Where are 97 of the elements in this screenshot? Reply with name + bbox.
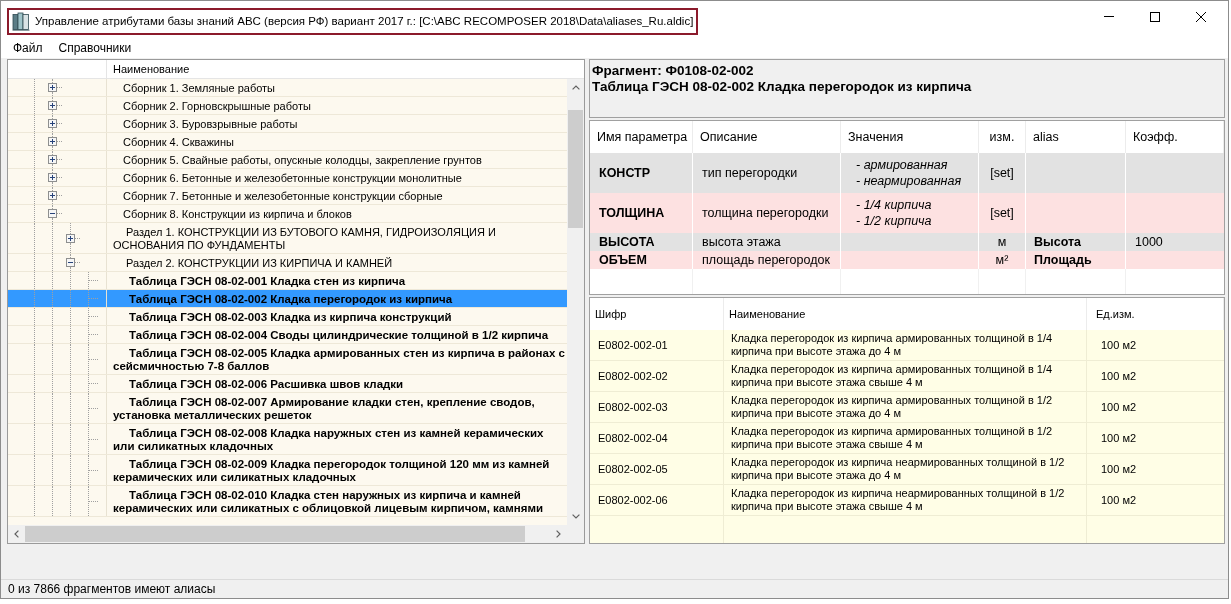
menu-item[interactable]: Справочники bbox=[52, 39, 138, 57]
column-header[interactable]: Значения bbox=[848, 127, 904, 147]
plus-box-icon[interactable] bbox=[48, 119, 57, 128]
parameter-value: - неармированная bbox=[856, 173, 962, 189]
fragment-code: Фрагмент: Ф0108-02-002 bbox=[592, 63, 754, 79]
status-text: 0 из 7866 фрагментов имеют алиасы bbox=[8, 581, 216, 598]
parameter-name: ВЫСОТА bbox=[599, 234, 655, 250]
chevron-left-icon bbox=[14, 530, 19, 538]
tree-item[interactable]: Таблица ГЭСН 08-02-001 Кладка стен из кирпича bbox=[8, 272, 567, 290]
tree-item[interactable]: Сборник 5. Свайные работы, опускные колодцы, закрепление грунтов bbox=[8, 151, 567, 169]
chevron-down-icon bbox=[571, 514, 580, 519]
tree-item[interactable]: Таблица ГЭСН 08-02-008 Кладка наружных стен из камней керамических или силикатных кладочных bbox=[8, 424, 567, 455]
tree-item[interactable]: Сборник 6. Бетонные и железобетонные конструкции монолитные bbox=[8, 169, 567, 187]
column-header[interactable]: Имя параметра bbox=[597, 127, 688, 147]
item-description: Кладка перегородок из кирпича армированных толщиной в 1/2 кирпича при высоте этажа свыше 4 м bbox=[731, 425, 1054, 451]
tree-item[interactable]: Сборник 8. Конструкции из кирпича и блоков bbox=[8, 205, 567, 223]
unit-label: [set] bbox=[990, 205, 1014, 221]
column-header[interactable]: alias bbox=[1033, 127, 1059, 147]
scrollbar-thumb[interactable] bbox=[568, 110, 583, 228]
parameter-row[interactable]: ВЫСОТА высота этажа м Высота 1000 bbox=[590, 233, 1224, 251]
item-description: Кладка перегородок из кирпича неармированных толщиной в 1/2 кирпича при высоте этажа до 4 м bbox=[731, 456, 1066, 482]
plus-box-icon[interactable] bbox=[48, 83, 57, 92]
fragment-title: Таблица ГЭСН 08-02-002 Кладка перегородок из кирпича bbox=[592, 79, 972, 95]
tree-item[interactable]: Таблица ГЭСН 08-02-007 Армирование кладки стен, крепление сводов, установка металлических решеток bbox=[8, 393, 567, 424]
plus-box-icon[interactable] bbox=[48, 137, 57, 146]
item-description: Кладка перегородок из кирпича неармированных толщиной в 1/2 кирпича при высоте этажа свыше 4 м bbox=[731, 487, 1066, 513]
plus-box-icon[interactable] bbox=[48, 155, 57, 164]
tree-item[interactable]: Сборник 1. Земляные работы bbox=[8, 79, 567, 97]
menu-item[interactable]: Файл bbox=[7, 39, 49, 57]
minus-box-icon[interactable] bbox=[48, 209, 57, 218]
parameter-row[interactable]: ТОЛЩИНА толщина перегородки - 1/4 кирпича - 1/2 кирпича [set] bbox=[590, 193, 1224, 233]
tree-item[interactable]: Таблица ГЭСН 08-02-003 Кладка из кирпича конструкций bbox=[8, 308, 567, 326]
unit-label: м² bbox=[995, 252, 1009, 268]
unit-label: м bbox=[997, 234, 1007, 250]
maximize-icon bbox=[1150, 11, 1160, 22]
item-code: Е0802-002-05 bbox=[598, 461, 668, 477]
item-code: Е0802-002-02 bbox=[598, 368, 668, 384]
tree-item[interactable]: Сборник 4. Скважины bbox=[8, 133, 567, 151]
parameter-value: - 1/4 кирпича bbox=[856, 197, 932, 213]
window-title: Управление атрибутами базы знаний ABC (версия РФ) вариант 2017 г.: [C:\ABC RECOMPOSER 2018\Data\aliases_Ru.aldic] bbox=[35, 13, 694, 29]
item-description: Кладка перегородок из кирпича армированных толщиной в 1/4 кирпича при высоте этажа свыше 4 м bbox=[731, 363, 1054, 389]
books-icon bbox=[12, 12, 30, 31]
column-header[interactable]: Ед.изм. bbox=[1096, 305, 1135, 323]
item-unit: 100 м2 bbox=[1101, 368, 1137, 384]
minimize-icon bbox=[1104, 16, 1114, 17]
parameter-description: толщина перегородки bbox=[702, 205, 829, 221]
item-unit: 100 м2 bbox=[1101, 492, 1137, 508]
minus-box-icon[interactable] bbox=[66, 258, 75, 267]
scrollbar-thumb[interactable] bbox=[25, 526, 525, 542]
close-icon bbox=[1196, 11, 1206, 22]
tree-item[interactable]: Сборник 7. Бетонные и железобетонные конструкции сборные bbox=[8, 187, 567, 205]
tree-item[interactable]: Таблица ГЭСН 08-02-005 Кладка армированных стен из кирпича в районах с сейсмичностью 7-8 баллов bbox=[8, 344, 567, 375]
item-code: Е0802-002-06 bbox=[598, 492, 668, 508]
parameter-name: КОНСТР bbox=[599, 165, 651, 181]
parameter-name: ТОЛЩИНА bbox=[599, 205, 665, 221]
item-description: Кладка перегородок из кирпича армированных толщиной в 1/4 кирпича при высоте этажа до 4 м bbox=[731, 332, 1054, 358]
column-header[interactable]: Коэфф. bbox=[1133, 127, 1178, 147]
column-header[interactable]: изм. bbox=[989, 127, 1015, 147]
tree-item[interactable]: Сборник 2. Горновскрышные работы bbox=[8, 97, 567, 115]
item-unit: 100 м2 bbox=[1101, 399, 1137, 415]
item-code: Е0802-002-04 bbox=[598, 430, 668, 446]
unit-label: [set] bbox=[990, 165, 1014, 181]
parameter-row[interactable]: КОНСТР тип перегородки - армированная - неармированная [set] bbox=[590, 153, 1224, 193]
parameter-description: тип перегородки bbox=[702, 165, 798, 181]
tree-item[interactable]: Таблица ГЭСН 08-02-002 Кладка перегородок из кирпича bbox=[8, 290, 567, 308]
tree-item[interactable]: Таблица ГЭСН 08-02-004 Своды цилиндрические толщиной в 1/2 кирпича bbox=[8, 326, 567, 344]
chevron-up-icon bbox=[571, 85, 580, 90]
coefficient-value: 1000 bbox=[1135, 234, 1163, 250]
parameter-description: площадь перегородок bbox=[702, 252, 830, 268]
item-unit: 100 м2 bbox=[1101, 461, 1137, 477]
column-header[interactable]: Шифр bbox=[595, 305, 627, 323]
column-header[interactable]: Описание bbox=[700, 127, 758, 147]
tree-item[interactable]: Раздел 2. КОНСТРУКЦИИ ИЗ КИРПИЧА И КАМНЕЙ bbox=[8, 254, 567, 272]
item-code: Е0802-002-03 bbox=[598, 399, 668, 415]
alias-label: Высота bbox=[1034, 234, 1082, 250]
tree-item[interactable]: Таблица ГЭСН 08-02-006 Расшивка швов кладки bbox=[8, 375, 567, 393]
plus-box-icon[interactable] bbox=[48, 101, 57, 110]
parameter-value: - армированная bbox=[856, 157, 948, 173]
chevron-right-icon bbox=[556, 530, 561, 538]
tree-item[interactable]: Таблица ГЭСН 08-02-010 Кладка стен наружных из кирпича и камней керамических или силикатных с облицовкой лицевым кирпичом, камнями bbox=[8, 486, 567, 517]
item-unit: 100 м2 bbox=[1101, 337, 1137, 353]
column-header[interactable]: Наименование bbox=[729, 305, 806, 323]
plus-box-icon[interactable] bbox=[48, 173, 57, 182]
tree-item[interactable]: Таблица ГЭСН 08-02-009 Кладка перегородок толщиной 120 мм из камней керамических или силикатных кладочных bbox=[8, 455, 567, 486]
column-header[interactable]: Наименование bbox=[113, 60, 190, 78]
tree-item[interactable]: Сборник 3. Буровзрывные работы bbox=[8, 115, 567, 133]
tree-item[interactable]: Раздел 1. КОНСТРУКЦИИ ИЗ БУТОВОГО КАМНЯ, ГИДРОИЗОЛЯЦИЯ И ОСНОВАНИЯ ПО ФУНДАМЕНТЫ bbox=[8, 223, 567, 254]
plus-box-icon[interactable] bbox=[66, 233, 75, 243]
parameter-name: ОБЪЕМ bbox=[599, 252, 647, 268]
item-description: Кладка перегородок из кирпича армированных толщиной в 1/2 кирпича при высоте этажа до 4 м bbox=[731, 394, 1054, 420]
item-unit: 100 м2 bbox=[1101, 430, 1137, 446]
alias-label: Площадь bbox=[1034, 252, 1092, 268]
plus-box-icon[interactable] bbox=[48, 191, 57, 200]
parameter-description: высота этажа bbox=[702, 234, 781, 250]
parameter-row[interactable]: ОБЪЕМ площадь перегородок м² Площадь bbox=[590, 251, 1224, 269]
item-code: Е0802-002-01 bbox=[598, 337, 668, 353]
parameter-value: - 1/2 кирпича bbox=[856, 213, 932, 229]
